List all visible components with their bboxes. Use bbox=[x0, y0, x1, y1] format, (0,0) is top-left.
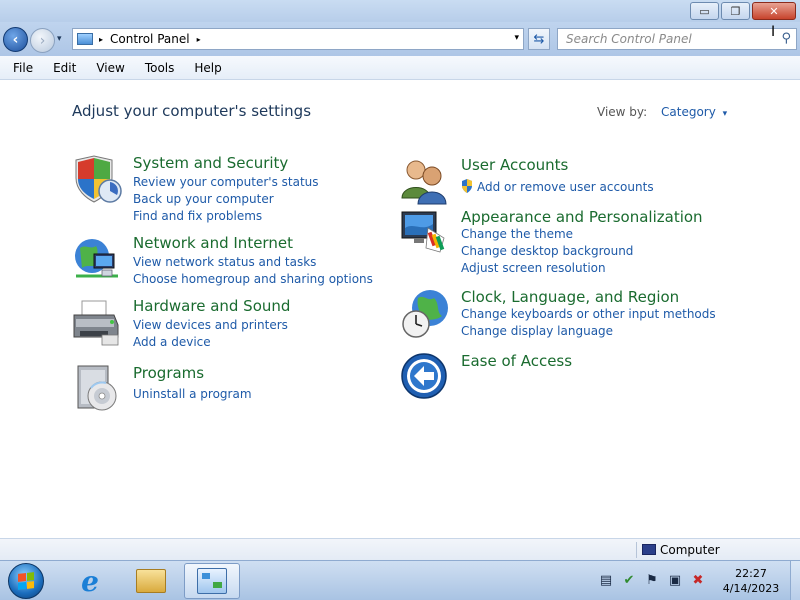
link-find-fix-problems[interactable]: Find and fix problems bbox=[133, 209, 262, 223]
windows-logo-icon bbox=[18, 572, 34, 590]
link-add-device[interactable]: Add a device bbox=[133, 335, 211, 349]
folder-icon bbox=[136, 569, 166, 593]
taskbar: e ▤ ✔ ⚑ ▣ ✖ 22:27 4/14/2023 bbox=[0, 560, 800, 600]
forward-button[interactable]: › bbox=[30, 28, 55, 53]
clock-date: 4/14/2023 bbox=[722, 582, 780, 595]
uac-shield-icon bbox=[462, 179, 472, 193]
chevron-down-icon[interactable]: ▾ bbox=[723, 109, 728, 119]
link-keyboards-input[interactable]: Change keyboards or other input methods bbox=[461, 307, 716, 321]
link-uninstall-program[interactable]: Uninstall a program bbox=[133, 387, 252, 401]
view-by: View by: Category ▾ bbox=[597, 105, 727, 119]
view-by-label: View by: bbox=[597, 105, 648, 119]
menu-file[interactable]: File bbox=[13, 61, 33, 75]
category-title[interactable]: System and Security bbox=[133, 154, 288, 172]
computer-icon bbox=[642, 544, 656, 555]
recent-pages-button[interactable]: ▾ bbox=[57, 34, 62, 44]
back-button[interactable]: ‹ bbox=[3, 27, 28, 52]
internet-explorer-icon: e bbox=[81, 564, 99, 598]
control-panel-content: Adjust your computer's settings View by:… bbox=[0, 80, 800, 538]
search-input[interactable]: Search Control Panel ⚲ bbox=[557, 28, 797, 50]
status-location: Computer bbox=[660, 543, 720, 557]
notes-icon[interactable]: ▤ bbox=[598, 572, 614, 588]
taskbar-windows-explorer[interactable] bbox=[123, 563, 179, 599]
printer-icon[interactable] bbox=[72, 297, 122, 347]
link-back-up[interactable]: Back up your computer bbox=[133, 192, 274, 206]
ease-of-access-icon[interactable] bbox=[400, 352, 450, 402]
control-panel-icon bbox=[77, 33, 93, 45]
system-tray: ▤ ✔ ⚑ ▣ ✖ bbox=[598, 572, 706, 588]
breadcrumb-separator[interactable]: ▸ bbox=[197, 35, 201, 44]
link-devices-printers[interactable]: View devices and printers bbox=[133, 318, 288, 332]
programs-icon[interactable] bbox=[72, 364, 122, 414]
category-title[interactable]: Clock, Language, and Region bbox=[461, 288, 679, 306]
menu-bar: File Edit View Tools Help bbox=[0, 56, 800, 80]
menu-view[interactable]: View bbox=[96, 61, 124, 75]
category-title[interactable]: Network and Internet bbox=[133, 234, 293, 252]
menu-help[interactable]: Help bbox=[194, 61, 221, 75]
link-add-remove-users[interactable]: Add or remove user accounts bbox=[477, 180, 654, 194]
page-title: Adjust your computer's settings bbox=[72, 102, 312, 120]
text-cursor-icon: I bbox=[771, 24, 776, 40]
users-icon[interactable] bbox=[400, 156, 450, 206]
menu-tools[interactable]: Tools bbox=[145, 61, 175, 75]
link-desktop-background[interactable]: Change desktop background bbox=[461, 244, 633, 258]
link-display-language[interactable]: Change display language bbox=[461, 324, 613, 338]
volume-muted-icon[interactable]: ✖ bbox=[690, 572, 706, 588]
window-controls: ▭ ❐ ✕ bbox=[688, 2, 796, 20]
control-panel-icon bbox=[197, 568, 227, 594]
refresh-button[interactable]: ⇆ bbox=[528, 28, 550, 50]
category-title[interactable]: Appearance and Personalization bbox=[461, 208, 703, 226]
link-network-status[interactable]: View network status and tasks bbox=[133, 255, 316, 269]
category-title[interactable]: User Accounts bbox=[461, 156, 568, 174]
breadcrumb-separator[interactable]: ▸ bbox=[99, 35, 103, 44]
maximize-button[interactable]: ❐ bbox=[721, 2, 750, 20]
link-change-theme[interactable]: Change the theme bbox=[461, 227, 573, 241]
shield-icon[interactable] bbox=[72, 154, 122, 204]
network-icon[interactable]: ▣ bbox=[667, 572, 683, 588]
link-review-status[interactable]: Review your computer's status bbox=[133, 175, 319, 189]
globe-clock-icon[interactable] bbox=[400, 288, 450, 338]
status-separator bbox=[636, 542, 637, 558]
breadcrumb-control-panel[interactable]: Control Panel bbox=[110, 32, 190, 46]
network-icon[interactable] bbox=[72, 234, 122, 284]
address-bar[interactable]: ▸ Control Panel ▸ ▾ bbox=[72, 28, 524, 50]
link-homegroup-sharing[interactable]: Choose homegroup and sharing options bbox=[133, 272, 373, 286]
taskbar-internet-explorer[interactable]: e bbox=[62, 563, 118, 599]
security-icon[interactable]: ✔ bbox=[621, 572, 637, 588]
navigation-bar: ‹ › ▾ ▸ Control Panel ▸ ▾ ⇆ Search Contr… bbox=[0, 22, 800, 56]
taskbar-control-panel[interactable] bbox=[184, 563, 240, 599]
show-desktop-button[interactable] bbox=[790, 561, 800, 600]
search-icon[interactable]: ⚲ bbox=[781, 31, 791, 46]
clock-time: 22:27 bbox=[735, 567, 767, 580]
monitor-palette-icon[interactable] bbox=[400, 208, 450, 258]
action-center-flag-icon[interactable]: ⚑ bbox=[644, 572, 660, 588]
minimize-button[interactable]: ▭ bbox=[690, 2, 719, 20]
address-dropdown-button[interactable]: ▾ bbox=[514, 33, 519, 43]
view-by-dropdown[interactable]: Category bbox=[661, 105, 716, 119]
link-screen-resolution[interactable]: Adjust screen resolution bbox=[461, 261, 606, 275]
menu-edit[interactable]: Edit bbox=[53, 61, 76, 75]
category-title[interactable]: Programs bbox=[133, 364, 204, 382]
status-bar: Computer bbox=[0, 538, 800, 560]
clock[interactable]: 22:27 4/14/2023 bbox=[720, 566, 782, 596]
start-button[interactable] bbox=[8, 563, 44, 599]
category-title[interactable]: Ease of Access bbox=[461, 352, 572, 370]
search-placeholder: Search Control Panel bbox=[566, 32, 692, 46]
category-title[interactable]: Hardware and Sound bbox=[133, 297, 290, 315]
close-button[interactable]: ✕ bbox=[752, 2, 796, 20]
